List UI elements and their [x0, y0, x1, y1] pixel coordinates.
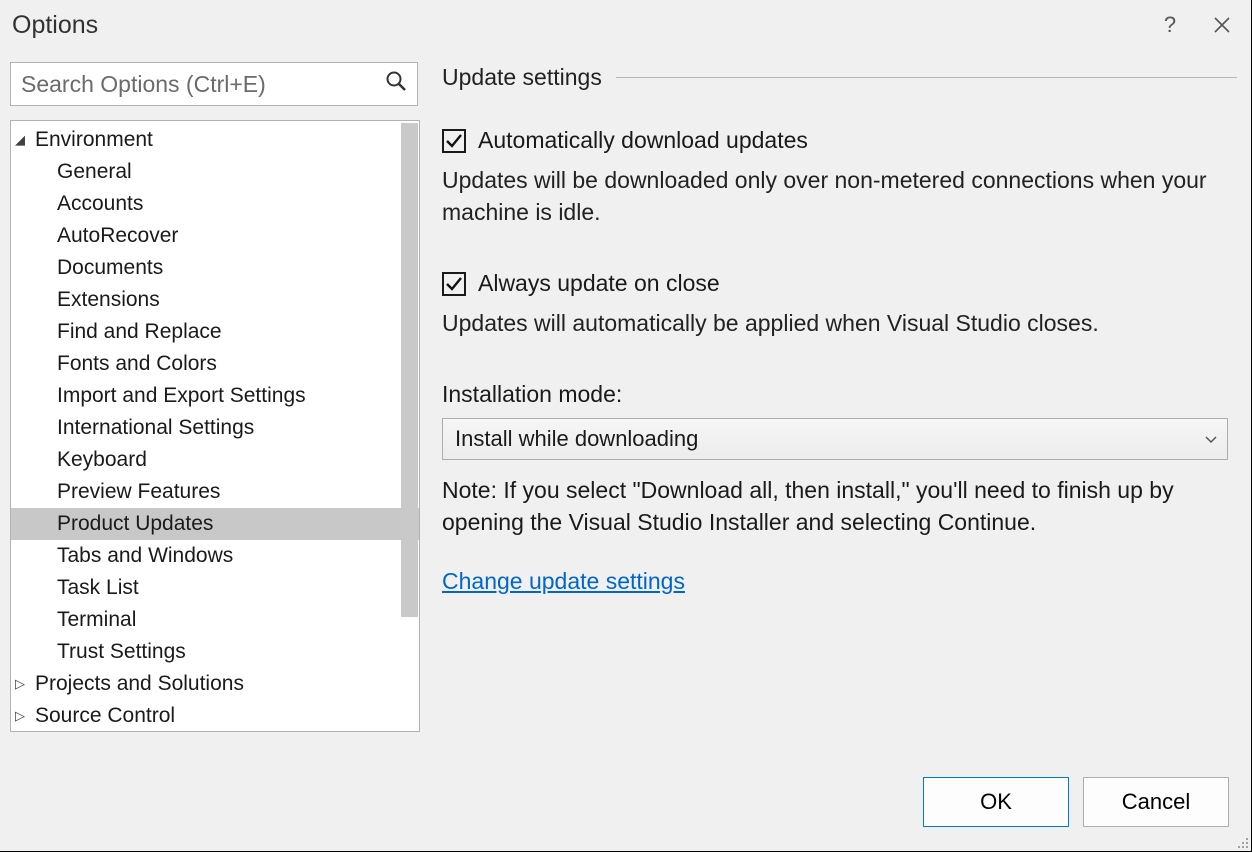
triangle-right-icon: ▷	[15, 700, 33, 732]
triangle-down-icon: ◢	[15, 124, 33, 156]
tree-item-source-control[interactable]: ▷Source Control	[11, 700, 419, 732]
close-icon[interactable]	[1199, 2, 1245, 48]
install-mode-combobox[interactable]: Install while downloading	[442, 418, 1228, 460]
tree-item-general[interactable]: General	[11, 156, 419, 188]
tree-item-accounts[interactable]: Accounts	[11, 188, 419, 220]
tree-item-terminal[interactable]: Terminal	[11, 604, 419, 636]
tree-item-documents[interactable]: Documents	[11, 252, 419, 284]
section-divider	[616, 77, 1237, 78]
section-title: Update settings	[442, 64, 602, 91]
auto-download-desc: Updates will be downloaded only over non…	[442, 164, 1212, 228]
tree-item-label: Documents	[57, 252, 163, 284]
tree-item-label: Tabs and Windows	[57, 540, 233, 572]
tree-item-label: General	[57, 156, 132, 188]
tree-item-projects-and-solutions[interactable]: ▷Projects and Solutions	[11, 668, 419, 700]
tree-item-label: Preview Features	[57, 476, 220, 508]
tree-item-label: Keyboard	[57, 444, 147, 476]
auto-download-checkbox[interactable]: Automatically download updates	[442, 127, 1237, 154]
tree-scrollbar[interactable]	[401, 123, 418, 617]
tree-item-task-list[interactable]: Task List	[11, 572, 419, 604]
options-tree[interactable]: ◢EnvironmentGeneralAccountsAutoRecoverDo…	[10, 120, 420, 732]
chevron-down-icon	[1205, 431, 1217, 447]
tree-item-label: Fonts and Colors	[57, 348, 217, 380]
search-input[interactable]	[21, 71, 385, 98]
search-options[interactable]	[10, 62, 418, 106]
change-update-settings-link[interactable]: Change update settings	[442, 568, 685, 595]
tree-item-product-updates[interactable]: Product Updates	[11, 508, 419, 540]
auto-download-label: Automatically download updates	[478, 127, 808, 154]
tree-item-keyboard[interactable]: Keyboard	[11, 444, 419, 476]
tree-item-label: Import and Export Settings	[57, 380, 306, 412]
tree-item-label: AutoRecover	[57, 220, 178, 252]
tree-item-import-and-export-settings[interactable]: Import and Export Settings	[11, 380, 419, 412]
tree-item-label: Environment	[35, 124, 153, 156]
help-icon[interactable]: ?	[1147, 2, 1193, 48]
tree-item-environment[interactable]: ◢Environment	[11, 124, 419, 156]
search-icon	[385, 70, 407, 98]
tree-item-label: Extensions	[57, 284, 160, 316]
ok-button[interactable]: OK	[923, 777, 1069, 827]
tree-item-autorecover[interactable]: AutoRecover	[11, 220, 419, 252]
cancel-button[interactable]: Cancel	[1083, 777, 1229, 827]
tree-item-extensions[interactable]: Extensions	[11, 284, 419, 316]
update-on-close-desc: Updates will automatically be applied wh…	[442, 307, 1212, 339]
tree-item-label: Task List	[57, 572, 139, 604]
tree-item-find-and-replace[interactable]: Find and Replace	[11, 316, 419, 348]
tree-item-international-settings[interactable]: International Settings	[11, 412, 419, 444]
tree-item-label: Find and Replace	[57, 316, 222, 348]
install-mode-value: Install while downloading	[455, 426, 698, 452]
tree-item-label: Terminal	[57, 604, 136, 636]
install-mode-label: Installation mode:	[442, 381, 1237, 408]
tree-item-label: Projects and Solutions	[35, 668, 244, 700]
window-title: Options	[12, 11, 98, 40]
tree-item-label: Accounts	[57, 188, 143, 220]
title-bar: Options ?	[0, 0, 1251, 50]
tree-item-label: Source Control	[35, 700, 175, 732]
checkbox-icon	[442, 272, 466, 296]
tree-item-preview-features[interactable]: Preview Features	[11, 476, 419, 508]
triangle-right-icon: ▷	[15, 668, 33, 700]
tree-item-label: Product Updates	[57, 508, 213, 540]
tree-item-label: Trust Settings	[57, 636, 186, 668]
update-on-close-label: Always update on close	[478, 270, 720, 297]
tree-item-trust-settings[interactable]: Trust Settings	[11, 636, 419, 668]
tree-item-label: International Settings	[57, 412, 254, 444]
tree-item-tabs-and-windows[interactable]: Tabs and Windows	[11, 540, 419, 572]
resize-grip-icon[interactable]	[1235, 835, 1249, 849]
install-mode-note: Note: If you select "Download all, then …	[442, 474, 1228, 538]
update-on-close-checkbox[interactable]: Always update on close	[442, 270, 1237, 297]
checkbox-icon	[442, 129, 466, 153]
tree-item-fonts-and-colors[interactable]: Fonts and Colors	[11, 348, 419, 380]
settings-panel: Update settings Automatically download u…	[442, 62, 1237, 750]
